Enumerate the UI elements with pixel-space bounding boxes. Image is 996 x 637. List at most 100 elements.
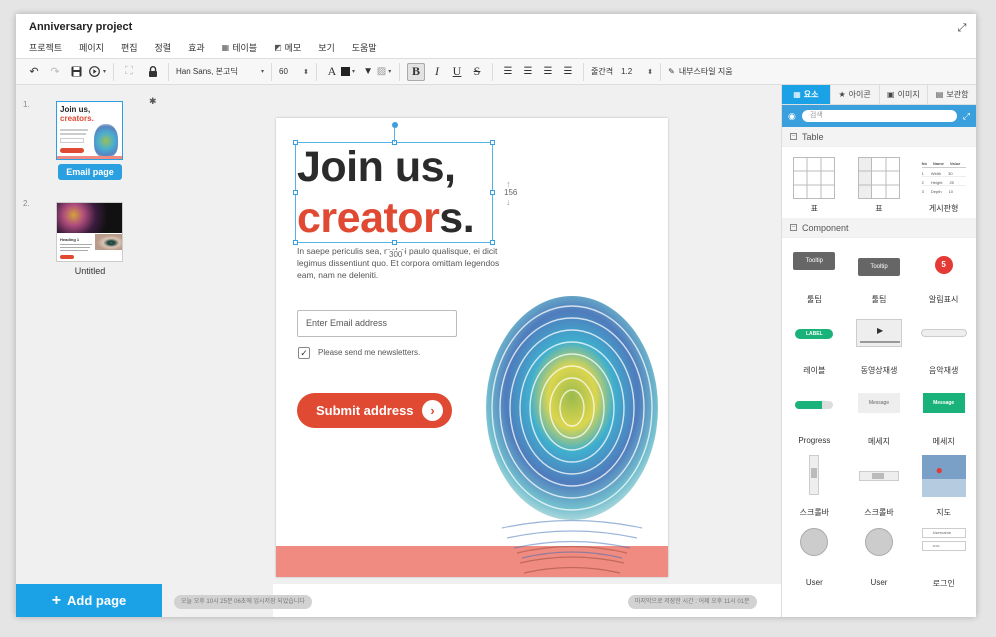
element-user-2[interactable]: User <box>847 522 912 593</box>
bold-button[interactable]: B <box>407 62 426 81</box>
element-map[interactable]: ● 지도 <box>911 451 976 522</box>
menu-table[interactable]: ▦ 테이블 <box>222 41 257 54</box>
memo-icon: ◩ <box>274 42 282 52</box>
page-label-email[interactable]: Email page <box>58 164 122 180</box>
resize-handle[interactable] <box>490 140 495 145</box>
collapse-icon: – <box>790 224 797 231</box>
element-label: 알림표시 <box>928 295 959 304</box>
font-family-select[interactable]: Han Sans, 본고딕 ▾ <box>176 66 264 77</box>
font-size-stepper[interactable]: 60 ⬍ <box>279 67 309 76</box>
element-label: 툴팁 <box>806 295 822 304</box>
page-thumbnail-email[interactable]: Join us, creators. <box>56 101 123 160</box>
menu-view[interactable]: 보기 <box>318 41 335 54</box>
search-input[interactable]: 검색 <box>801 110 957 122</box>
element-board-table[interactable]: No Name Value 1 Width 30 2 Height 25 3 D… <box>911 147 976 218</box>
element-scrollbar-horizontal[interactable]: 스크롤바 <box>847 451 912 522</box>
section-component-header[interactable]: – Component <box>782 218 976 238</box>
message-preview: Message <box>857 393 900 413</box>
italic-button[interactable]: I <box>429 62 445 82</box>
element-tooltip-bottom[interactable]: Tooltip 툴팁 <box>847 238 912 309</box>
tab-icons[interactable]: ★ 아이콘 <box>831 85 880 104</box>
email-page-canvas[interactable]: Join us, creators. ↑ 156 ↓ In saepe peri… <box>276 118 668 577</box>
add-page-button[interactable]: + Add page <box>16 584 162 617</box>
text-color-swatch[interactable]: ▾ <box>340 62 356 82</box>
element-tooltip-top[interactable]: Tooltip 툴팁 <box>782 238 847 309</box>
fingerprint-image <box>94 124 118 158</box>
play-icon[interactable]: ▾ <box>89 62 106 82</box>
user-avatar-icon <box>800 528 829 556</box>
resize-handle[interactable] <box>293 140 298 145</box>
mini-td: Depth <box>930 189 942 194</box>
redo-icon[interactable]: ↷ <box>47 62 63 82</box>
menu-memo[interactable]: ◩ 메모 <box>274 41 301 54</box>
element-label: 메세지 <box>932 437 955 446</box>
element-login[interactable]: Username ••••• 로그인 <box>911 522 976 593</box>
align-center-icon[interactable]: ☰ <box>520 62 536 82</box>
align-left-icon[interactable]: ☰ <box>500 62 516 82</box>
save-icon[interactable] <box>68 62 84 82</box>
section-table-header[interactable]: – Table <box>782 127 976 147</box>
menu-label: 도움말 <box>351 42 377 53</box>
page-label-untitled[interactable]: Untitled <box>58 266 122 276</box>
font-size-value: 60 <box>279 67 288 76</box>
element-notification[interactable]: 5 알림표시 <box>911 238 976 309</box>
undo-icon[interactable]: ↶ <box>26 62 42 82</box>
element-table-header[interactable]: 표 <box>847 147 912 218</box>
star-icon: ★ <box>838 90 846 99</box>
eye-icon[interactable]: ◉ <box>788 111 796 122</box>
email-field[interactable]: Enter Email address <box>297 310 457 337</box>
map-pin-icon: ● <box>935 463 943 477</box>
submit-button[interactable]: Submit address › <box>297 393 452 428</box>
element-scrollbar-vertical[interactable]: 스크롤바 <box>782 451 847 522</box>
page-list-panel: 1. Join us, creators. Email page ✱ 2. He… <box>16 85 273 617</box>
newsletter-checkbox[interactable]: ✓ <box>298 347 310 359</box>
text-color-icon[interactable]: A <box>324 62 340 82</box>
align-justify-icon[interactable]: ☰ <box>560 62 576 82</box>
fingerprint-image <box>486 296 658 574</box>
page-thumbnail-untitled[interactable]: Heading 1 <box>56 202 123 262</box>
underline-button[interactable]: U <box>449 62 465 82</box>
background-color-icon[interactable]: ▨ ▾ <box>376 62 392 82</box>
align-right-icon[interactable]: ☰ <box>540 62 556 82</box>
resize-handle[interactable] <box>293 190 298 195</box>
tab-images[interactable]: ▣ 이미지 <box>880 85 929 104</box>
element-label-component[interactable]: LABEL 레이블 <box>782 309 847 380</box>
element-table-grid[interactable]: 표 <box>782 147 847 218</box>
expand-icon[interactable]: ⤢ <box>963 111 970 122</box>
menu-page[interactable]: 페이지 <box>79 41 104 54</box>
tab-label: 보관함 <box>946 90 969 99</box>
tab-label: 아이콘 <box>848 90 871 99</box>
rotate-handle[interactable] <box>392 122 398 128</box>
panel-search-row: ◉ 검색 ⤢ <box>782 105 976 127</box>
element-progress[interactable]: Progress <box>782 380 847 451</box>
eraser-icon: ✎ <box>668 67 675 76</box>
selection-box[interactable] <box>293 140 495 245</box>
height-arrow-icon: ↓ <box>506 197 511 207</box>
fullscreen-icon[interactable]: ⤢ <box>956 22 968 34</box>
autosave-status: 오늘 오후 10시 25분 06초에 임시저장 되었습니다 <box>174 595 312 609</box>
menu-effects[interactable]: 효과 <box>188 41 205 54</box>
group-icon[interactable]: ⛶ <box>121 62 137 82</box>
clear-style-button[interactable]: ✎ 내부스타일 지움 <box>668 62 732 82</box>
element-user-1[interactable]: User <box>782 522 847 593</box>
menu-align[interactable]: 정렬 <box>155 41 172 54</box>
tab-archive[interactable]: ▤ 보관함 <box>928 85 976 104</box>
notification-badge: 5 <box>934 256 953 274</box>
resize-handle[interactable] <box>490 190 495 195</box>
table-grid-icon <box>793 157 836 199</box>
tab-elements[interactable]: ▦ 요소 <box>782 85 831 104</box>
tab-label: 요소 <box>803 90 819 99</box>
mini-td: 25 <box>949 180 954 185</box>
lock-icon[interactable] <box>145 62 161 82</box>
strikethrough-button[interactable]: S <box>469 62 485 82</box>
element-video-player[interactable]: ▶ 동영상재생 <box>847 309 912 380</box>
element-message-gray[interactable]: Message 메세지 <box>847 380 912 451</box>
menu-project[interactable]: 프로젝트 <box>29 41 62 54</box>
element-music-player[interactable]: 음악재생 <box>911 309 976 380</box>
element-message-green[interactable]: Message 메세지 <box>911 380 976 451</box>
line-spacing-stepper[interactable]: 1.2 ⬍ <box>621 67 653 76</box>
highlight-icon[interactable]: ▼ <box>360 62 376 82</box>
chevron-right-icon: › <box>422 400 443 421</box>
menu-edit[interactable]: 편집 <box>121 41 138 54</box>
menu-help[interactable]: 도움말 <box>352 41 377 54</box>
